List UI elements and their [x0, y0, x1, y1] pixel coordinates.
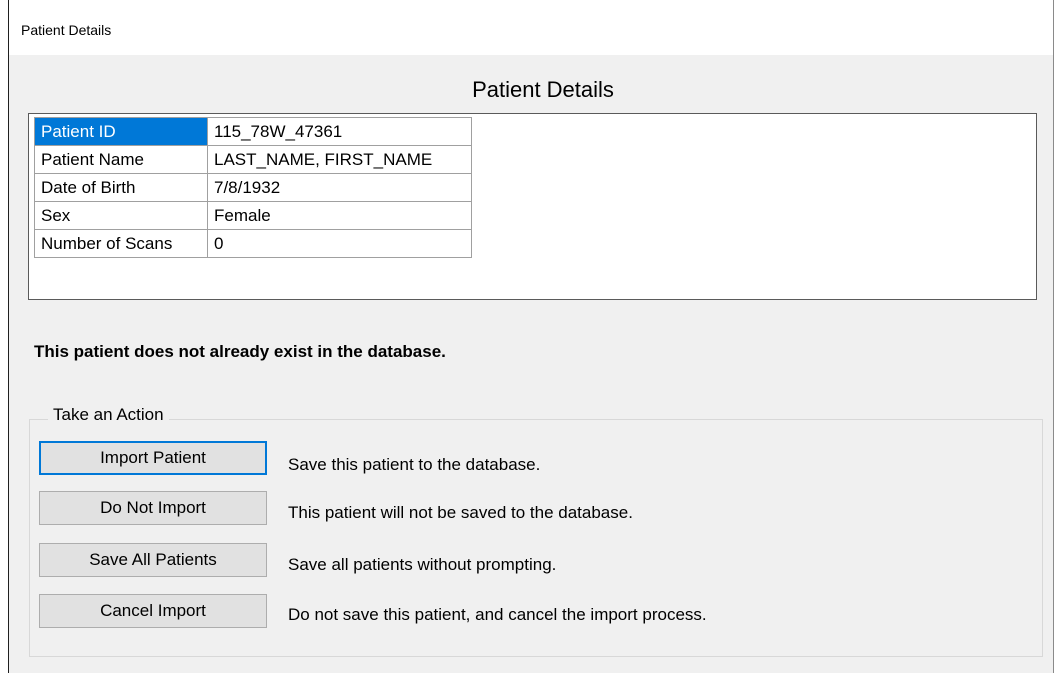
row-value[interactable]: 0 — [207, 229, 472, 258]
row-value[interactable]: Female — [207, 201, 472, 230]
cancel-import-description: Do not save this patient, and cancel the… — [288, 605, 707, 624]
do-not-import-button[interactable]: Do Not Import — [39, 491, 267, 525]
row-label[interactable]: Sex — [34, 201, 208, 230]
do-not-import-description: This patient will not be saved to the da… — [288, 503, 633, 522]
row-label[interactable]: Patient ID — [34, 117, 208, 146]
import-patient-button[interactable]: Import Patient — [39, 441, 267, 475]
row-value[interactable]: 115_78W_47361 — [207, 117, 472, 146]
title-bar[interactable]: Patient Details — [9, 0, 1053, 55]
row-value[interactable]: LAST_NAME, FIRST_NAME — [207, 145, 472, 174]
import-patient-description: Save this patient to the database. — [288, 455, 541, 474]
window-title: Patient Details — [21, 22, 112, 38]
row-label[interactable]: Date of Birth — [34, 173, 208, 202]
save-all-patients-description: Save all patients without prompting. — [288, 555, 557, 574]
patient-details-table: Patient ID 115_78W_47361 Patient Name LA… — [34, 117, 472, 258]
table-row[interactable]: Patient ID 115_78W_47361 — [34, 117, 472, 146]
details-heading: Patient Details — [472, 77, 614, 102]
row-label[interactable]: Patient Name — [34, 145, 208, 174]
table-row[interactable]: Patient Name LAST_NAME, FIRST_NAME — [34, 145, 472, 174]
table-row[interactable]: Date of Birth 7/8/1932 — [34, 173, 472, 202]
cancel-import-button[interactable]: Cancel Import — [39, 594, 267, 628]
patient-details-panel: Patient ID 115_78W_47361 Patient Name LA… — [28, 113, 1037, 300]
save-all-patients-button[interactable]: Save All Patients — [39, 543, 267, 577]
status-message: This patient does not already exist in t… — [34, 342, 446, 361]
row-label[interactable]: Number of Scans — [34, 229, 208, 258]
row-value[interactable]: 7/8/1932 — [207, 173, 472, 202]
action-group-label: Take an Action — [48, 405, 169, 425]
patient-details-window: Patient Details Patient Details Patient … — [8, 0, 1054, 673]
table-row[interactable]: Number of Scans 0 — [34, 229, 472, 258]
table-row[interactable]: Sex Female — [34, 201, 472, 230]
